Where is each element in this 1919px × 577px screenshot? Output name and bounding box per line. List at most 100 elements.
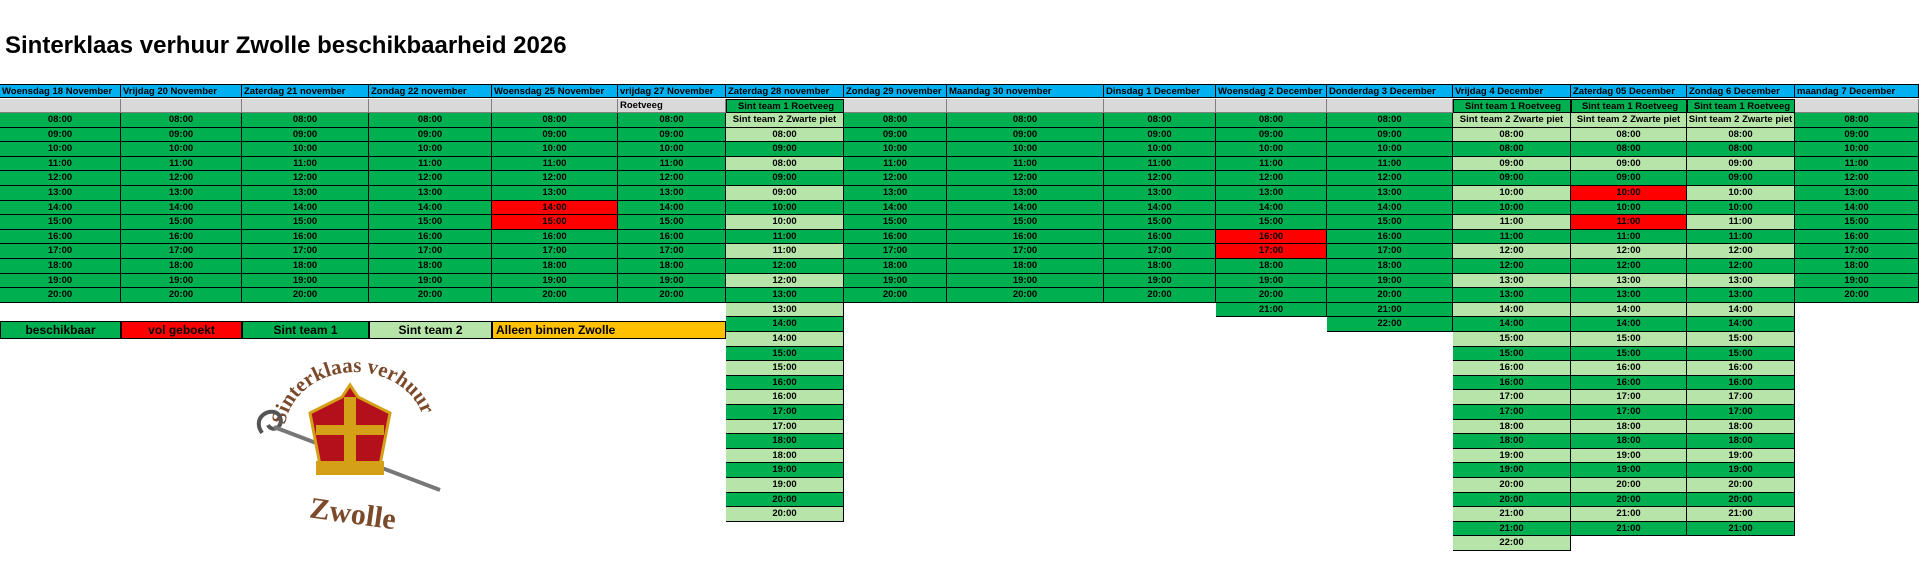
time-slot[interactable]: 14:00 [369, 200, 492, 216]
time-slot[interactable]: 14:00 [1453, 302, 1571, 318]
time-slot[interactable]: 12:00 [1571, 259, 1687, 274]
time-slot[interactable]: 21:00 [1327, 302, 1453, 318]
time-slot[interactable]: 08:00 [242, 113, 369, 128]
time-slot[interactable]: 09:00 [1571, 171, 1687, 186]
time-slot[interactable]: 08:00 [1453, 127, 1571, 143]
time-slot[interactable]: 12:00 [1687, 259, 1795, 274]
time-slot[interactable]: 15:00 [1104, 215, 1216, 230]
time-slot[interactable]: 09:00 [726, 142, 844, 157]
time-slot[interactable]: 09:00 [726, 186, 844, 201]
time-slot[interactable]: 16:00 [844, 229, 947, 245]
time-slot[interactable]: 11:00 [618, 156, 726, 172]
time-slot[interactable]: 22:00 [1453, 536, 1571, 551]
time-slot[interactable]: 16:00 [369, 229, 492, 245]
time-slot[interactable]: 11:00 [0, 156, 121, 172]
time-slot[interactable]: 18:00 [947, 259, 1104, 274]
time-slot[interactable]: 15:00 [1687, 332, 1795, 347]
time-slot[interactable]: 10:00 [0, 142, 121, 157]
time-slot[interactable]: 12:00 [0, 171, 121, 186]
time-slot[interactable]: 09:00 [1216, 127, 1327, 143]
time-slot[interactable]: 12:00 [492, 171, 618, 186]
time-slot[interactable]: 16:00 [1687, 361, 1795, 376]
time-slot[interactable]: 21:00 [1571, 507, 1687, 522]
time-slot[interactable]: 17:00 [1104, 244, 1216, 259]
time-slot[interactable]: 14:00 [1453, 317, 1571, 332]
time-slot[interactable]: 11:00 [369, 156, 492, 172]
time-slot[interactable]: 15:00 [1571, 346, 1687, 362]
time-slot[interactable]: 15:00 [1571, 332, 1687, 347]
time-slot[interactable]: 16:00 [121, 229, 242, 245]
time-slot[interactable]: 09:00 [1327, 127, 1453, 143]
time-slot[interactable]: 20:00 [0, 288, 121, 303]
time-slot[interactable]: 08:00 [1687, 142, 1795, 157]
time-slot[interactable]: 13:00 [947, 186, 1104, 201]
time-slot[interactable]: 12:00 [726, 259, 844, 274]
time-slot[interactable]: 13:00 [369, 186, 492, 201]
time-slot[interactable]: 14:00 [1104, 200, 1216, 216]
time-slot[interactable]: 13:00 [1453, 288, 1571, 303]
time-slot[interactable]: 08:00 [121, 113, 242, 128]
time-slot[interactable]: 13:00 [1687, 273, 1795, 289]
time-slot[interactable]: 19:00 [0, 273, 121, 289]
time-slot[interactable]: 17:00 [618, 244, 726, 259]
time-slot[interactable]: 18:00 [0, 259, 121, 274]
time-slot[interactable]: 19:00 [242, 273, 369, 289]
time-slot[interactable]: 17:00 [726, 405, 844, 420]
time-slot[interactable]: 16:00 [492, 229, 618, 245]
time-slot[interactable]: 13:00 [1327, 186, 1453, 201]
time-slot[interactable]: 09:00 [1687, 171, 1795, 186]
time-slot[interactable]: 10:00 [618, 142, 726, 157]
time-slot[interactable]: 19:00 [726, 463, 844, 478]
time-slot[interactable]: 20:00 [618, 288, 726, 303]
time-slot[interactable]: 09:00 [844, 127, 947, 143]
time-slot[interactable]: 11:00 [1687, 215, 1795, 230]
time-slot[interactable]: 20:00 [1687, 492, 1795, 508]
time-slot[interactable]: 13:00 [0, 186, 121, 201]
time-slot[interactable]: 08:00 [1571, 142, 1687, 157]
time-slot[interactable]: 15:00 [844, 215, 947, 230]
time-slot[interactable]: 09:00 [1104, 127, 1216, 143]
time-slot[interactable]: 13:00 [492, 186, 618, 201]
time-slot[interactable]: 20:00 [1216, 288, 1327, 303]
time-slot[interactable]: 17:00 [1687, 405, 1795, 420]
time-slot[interactable]: 18:00 [1571, 434, 1687, 449]
time-slot[interactable]: 11:00 [844, 156, 947, 172]
time-slot[interactable]: 14:00 [1216, 200, 1327, 216]
time-slot[interactable]: 10:00 [1104, 142, 1216, 157]
time-slot[interactable]: 10:00 [726, 215, 844, 230]
time-slot[interactable]: 11:00 [1687, 229, 1795, 245]
time-slot[interactable]: 19:00 [1453, 463, 1571, 478]
time-slot[interactable]: 14:00 [0, 200, 121, 216]
time-slot[interactable]: 14:00 [1327, 200, 1453, 216]
time-slot[interactable]: 15:00 [726, 346, 844, 362]
time-slot[interactable]: 12:00 [1453, 259, 1571, 274]
time-slot[interactable]: 10:00 [1571, 186, 1687, 201]
time-slot[interactable]: 15:00 [369, 215, 492, 230]
time-slot[interactable]: 11:00 [1795, 156, 1919, 172]
time-slot[interactable]: 14:00 [1571, 317, 1687, 332]
time-slot[interactable]: 13:00 [1687, 288, 1795, 303]
time-slot[interactable]: 10:00 [1687, 200, 1795, 216]
time-slot[interactable]: 11:00 [1453, 215, 1571, 230]
time-slot[interactable]: 08:00 [1687, 127, 1795, 143]
time-slot[interactable]: 08:00 [844, 113, 947, 128]
time-slot[interactable]: 21:00 [1687, 507, 1795, 522]
time-slot[interactable]: 18:00 [726, 434, 844, 449]
time-slot[interactable]: 09:00 [242, 127, 369, 143]
time-slot[interactable]: 14:00 [1795, 200, 1919, 216]
time-slot[interactable]: 19:00 [1571, 463, 1687, 478]
time-slot[interactable]: 12:00 [618, 171, 726, 186]
time-slot[interactable]: 11:00 [1216, 156, 1327, 172]
time-slot[interactable]: 13:00 [1795, 186, 1919, 201]
time-slot[interactable]: 17:00 [1453, 390, 1571, 405]
time-slot[interactable]: 09:00 [0, 127, 121, 143]
time-slot[interactable]: 15:00 [947, 215, 1104, 230]
time-slot[interactable]: 18:00 [492, 259, 618, 274]
time-slot[interactable]: 10:00 [726, 200, 844, 216]
time-slot[interactable]: 19:00 [121, 273, 242, 289]
time-slot[interactable]: 20:00 [369, 288, 492, 303]
time-slot[interactable]: 11:00 [1571, 229, 1687, 245]
time-slot[interactable]: 09:00 [1687, 156, 1795, 172]
time-slot[interactable]: 11:00 [1453, 229, 1571, 245]
time-slot[interactable]: 20:00 [947, 288, 1104, 303]
